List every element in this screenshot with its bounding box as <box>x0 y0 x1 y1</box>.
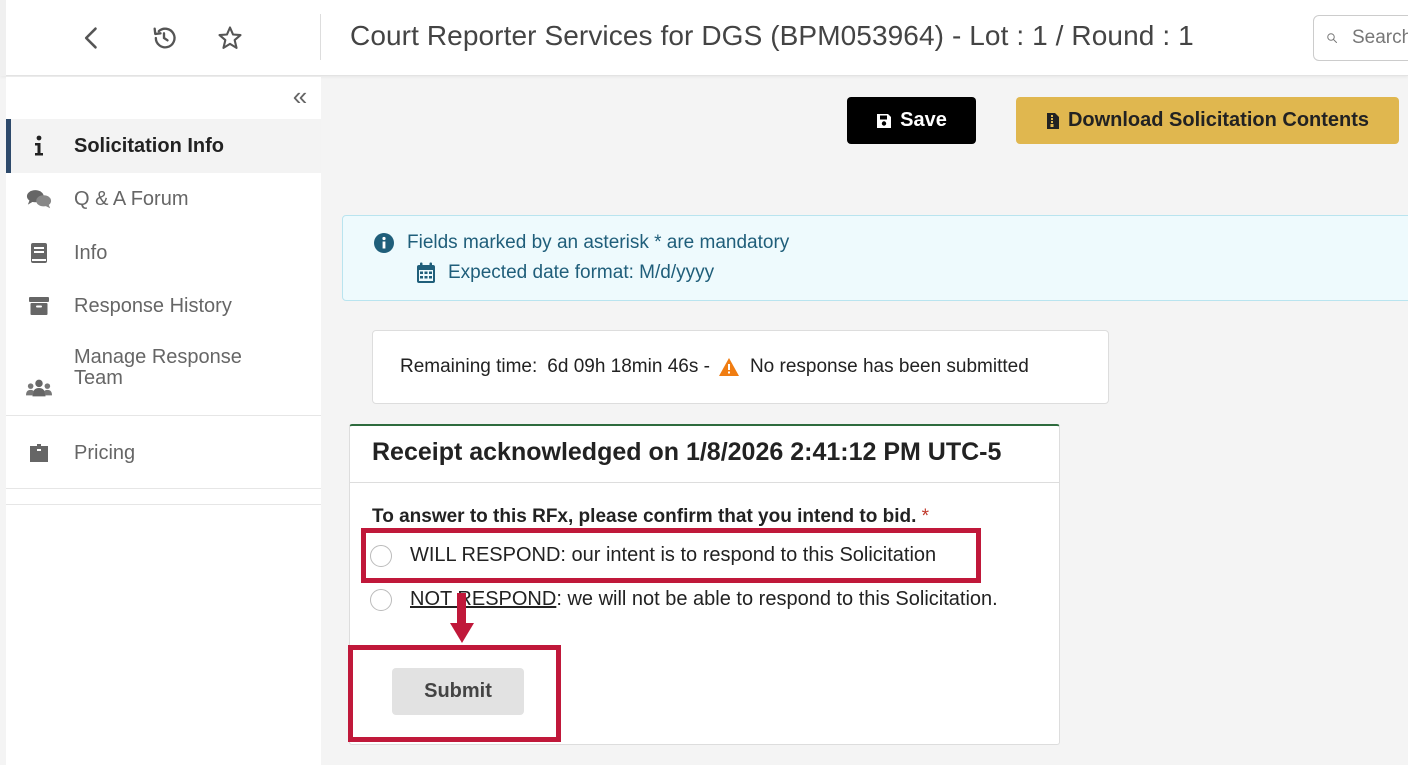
info-alert: Fields marked by an asterisk * are manda… <box>342 215 1408 301</box>
chevron-left-icon <box>84 27 97 49</box>
required-asterisk: * <box>921 506 930 527</box>
no-response-warning: No response has been submitted <box>749 356 1029 377</box>
sidebar-item-info[interactable]: Info <box>6 227 321 279</box>
save-button[interactable]: Save <box>847 97 976 144</box>
download-solicitation-contents-button[interactable]: Download Solicitation Contents <box>1016 97 1399 144</box>
book-icon <box>26 240 52 266</box>
top-bar: Court Reporter Services for DGS (BPM0539… <box>0 0 1408 76</box>
alert-date-format-row: Expected date format: M/d/yyyy <box>416 262 714 284</box>
sidebar-item-response-history[interactable]: Response History <box>6 280 321 332</box>
not-respond-label: : we will not be able to respond to this… <box>556 588 998 610</box>
history-icon <box>153 27 176 49</box>
star-icon <box>218 26 242 49</box>
users-icon <box>26 375 52 401</box>
history-button[interactable] <box>146 20 182 56</box>
search-input[interactable] <box>1352 27 1408 49</box>
sidebar-item-label: Solicitation Info <box>74 134 224 157</box>
annotation-arrow-shaft <box>457 593 466 625</box>
sidebar-item-label: Info <box>74 241 108 264</box>
page-title: Court Reporter Services for DGS (BPM0539… <box>350 20 1194 51</box>
date-format-text: Expected date format: M/d/yyyy <box>448 262 715 283</box>
download-button-label: Download Solicitation Contents <box>1067 109 1370 131</box>
calendar-icon <box>417 262 435 283</box>
divider <box>6 415 321 416</box>
sidebar-item-manage-response-team[interactable]: Manage Response Team <box>6 343 321 413</box>
floppy-disk-icon <box>877 113 892 128</box>
intent-question-text: To answer to this RFx, please confirm th… <box>372 506 917 527</box>
not-respond-radio[interactable] <box>370 588 392 611</box>
save-button-label: Save <box>900 109 947 131</box>
sidebar-item-label: Response History <box>74 294 232 317</box>
left-edge <box>0 0 6 76</box>
sidebar-item-pricing[interactable]: Pricing <box>6 427 321 479</box>
search-icon <box>1327 33 1337 43</box>
mandatory-fields-text: Fields marked by an asterisk * are manda… <box>407 232 790 253</box>
top-divider <box>320 14 321 60</box>
sidebar-item-label: Manage Response Team <box>74 346 242 389</box>
zip-file-icon <box>1046 112 1059 129</box>
warning-icon <box>718 358 739 376</box>
sidebar-item-label: Q & A Forum <box>74 187 189 210</box>
sidebar-item-solicitation-info[interactable]: Solicitation Info <box>6 119 321 173</box>
annotation-highlight-will-respond <box>361 528 981 583</box>
receipt-title: Receipt acknowledged on 1/8/2026 2:41:12… <box>372 438 1002 466</box>
intent-question: To answer to this RFx, please confirm th… <box>372 506 929 528</box>
remaining-time-panel: Remaining time: 6d 09h 18min 46s - No re… <box>372 330 1109 404</box>
sidebar-item-qa-forum[interactable]: Q & A Forum <box>6 173 321 225</box>
info-icon <box>26 133 52 159</box>
sidebar: « Solicitation Info Q & A Forum Info Res… <box>6 77 321 765</box>
alert-mandatory-row: Fields marked by an asterisk * are manda… <box>373 232 789 254</box>
favorite-button[interactable] <box>212 20 248 56</box>
annotation-arrow-head <box>450 623 474 643</box>
search-box[interactable] <box>1313 15 1408 61</box>
info-circle-icon <box>374 233 394 253</box>
comments-icon <box>26 186 52 212</box>
back-button[interactable] <box>74 20 110 56</box>
remaining-time-value: 6d 09h 18min 46s - <box>547 356 710 377</box>
archive-icon <box>26 293 52 319</box>
box-icon <box>26 440 52 466</box>
remaining-time-label: Remaining time: <box>400 356 538 377</box>
receipt-card-header: Receipt acknowledged on 1/8/2026 2:41:12… <box>350 426 1059 483</box>
annotation-highlight-submit <box>348 645 561 742</box>
divider <box>6 488 321 489</box>
collapse-sidebar-button[interactable]: « <box>286 83 314 109</box>
not-respond-key: NOT RESPOND <box>410 588 557 610</box>
divider <box>6 504 321 505</box>
sidebar-item-label: Pricing <box>74 441 136 464</box>
